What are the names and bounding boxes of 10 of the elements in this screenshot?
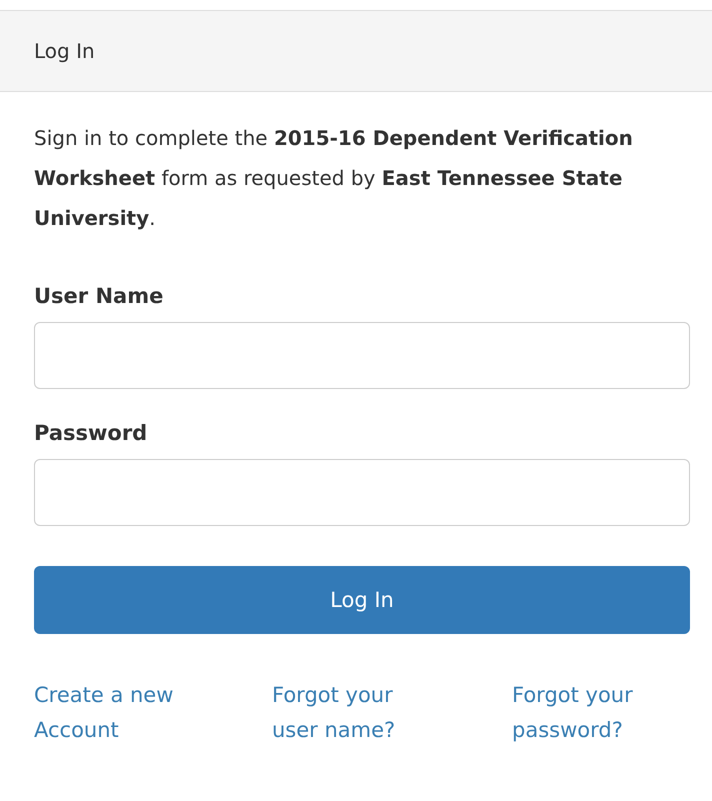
input-field[interactable] bbox=[34, 459, 690, 526]
link[interactable]: Forgot your user name? bbox=[272, 678, 427, 748]
link[interactable]: Forgot your password? bbox=[512, 678, 667, 748]
link[interactable]: Create a new Account bbox=[34, 678, 189, 748]
field-label: User Name bbox=[34, 284, 164, 308]
intro-text: Sign in to complete the 2015-16 Dependent Verification Worksheet form as requested by East Tennessee State University. bbox=[34, 125, 634, 232]
panel-title: Log In bbox=[34, 39, 95, 63]
input-field[interactable] bbox=[34, 322, 690, 389]
field-label: Password bbox=[34, 421, 148, 445]
login-button[interactable]: Log In bbox=[34, 566, 690, 634]
